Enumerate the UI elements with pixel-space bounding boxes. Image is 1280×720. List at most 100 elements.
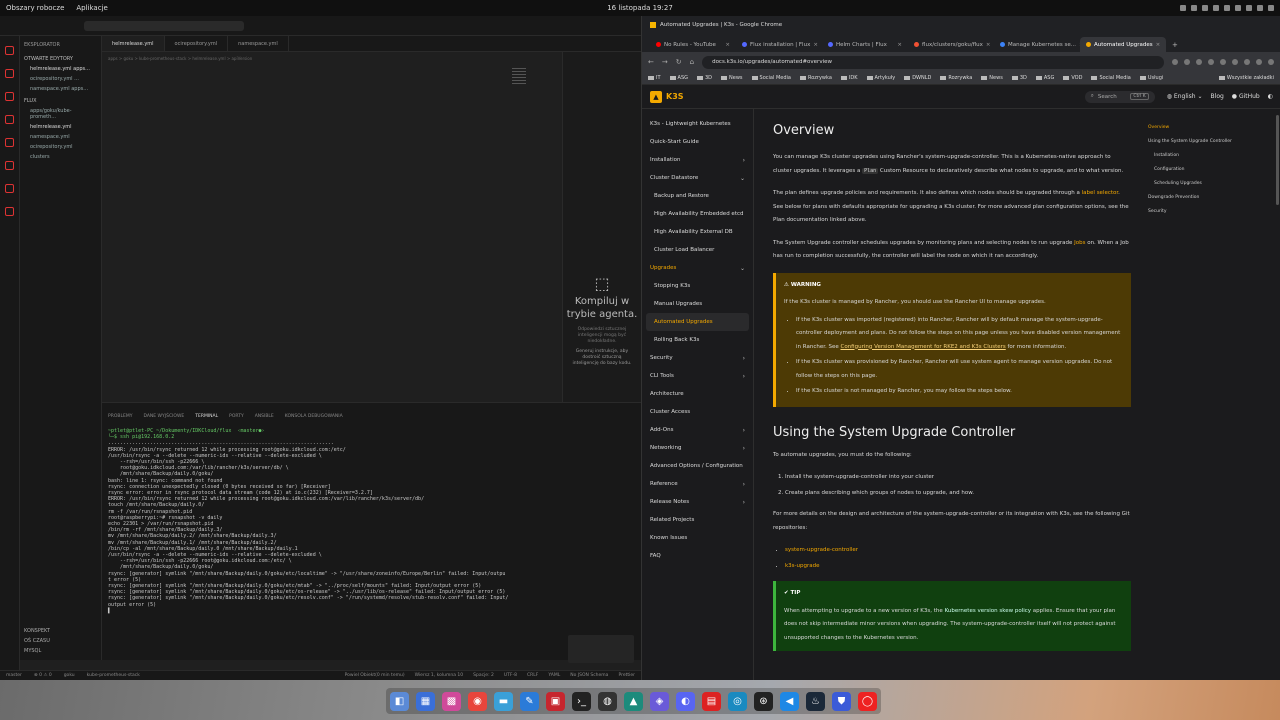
bookmark-item[interactable]: Rozrywka: [940, 75, 972, 81]
file-item[interactable]: namespace.yml: [24, 132, 97, 142]
sidebar-item[interactable]: Architecture: [642, 385, 753, 403]
sidebar-item[interactable]: Add-Ons ›: [642, 421, 753, 439]
tray-icon[interactable]: [1257, 5, 1263, 11]
apps-button[interactable]: Aplikacje: [76, 4, 107, 12]
kubernetes-icon[interactable]: [5, 207, 14, 216]
manager-icon[interactable]: ▦: [416, 691, 435, 711]
extensions-icon[interactable]: [5, 138, 14, 147]
chevron-icon[interactable]: ›: [743, 481, 745, 488]
chevron-icon[interactable]: ⌄: [740, 175, 745, 182]
chevron-icon[interactable]: ›: [743, 427, 745, 434]
theme-toggle-icon[interactable]: ◐: [1268, 93, 1273, 100]
bookmark-item[interactable]: News: [981, 75, 1003, 81]
sidebar-item[interactable]: Automated Upgrades: [646, 313, 749, 331]
sidebar-item[interactable]: Cluster Access: [642, 403, 753, 421]
version-management-link[interactable]: Configuring Version Management for RKE2 …: [840, 344, 1005, 350]
sidebar-item[interactable]: FAQ: [642, 547, 753, 565]
run-debug-icon[interactable]: [5, 115, 14, 124]
app-red-icon[interactable]: ▣: [546, 691, 565, 711]
jobs-link[interactable]: Jobs: [1074, 240, 1085, 246]
explorer-icon[interactable]: [5, 46, 14, 55]
sidebar-item[interactable]: High Availability Embedded etcd: [642, 205, 753, 223]
cat-icon[interactable]: ▲: [624, 691, 643, 711]
close-tab-icon[interactable]: ×: [813, 42, 818, 48]
search-icon[interactable]: [5, 69, 14, 78]
bookmark-item[interactable]: Social Media: [751, 75, 791, 81]
folder-item[interactable]: apps/goku/kube-prometh...: [24, 106, 97, 122]
mysql-section[interactable]: MYSQL: [24, 646, 50, 656]
panel-tab-problems[interactable]: PROBLEMY: [108, 414, 132, 419]
namespace-status[interactable]: kube-prometheus-stack: [87, 673, 140, 678]
bookmark-item[interactable]: VOD: [1063, 75, 1082, 81]
sidebar-item[interactable]: CLI Tools ›: [642, 367, 753, 385]
bookmark-item[interactable]: 3D: [1011, 75, 1027, 81]
browser-tab[interactable]: Helm Charts | Flux ×: [822, 37, 908, 52]
sidebar-item[interactable]: Advanced Options / Configuration: [642, 457, 753, 475]
tray-icon[interactable]: [1180, 5, 1186, 11]
testing-icon[interactable]: [5, 184, 14, 193]
menu-icon[interactable]: [1268, 59, 1274, 65]
drive-icon[interactable]: ◈: [650, 691, 669, 711]
bookmark-item[interactable]: 3D: [697, 75, 712, 81]
browser-tab[interactable]: Manage Kubernetes se...×: [994, 37, 1080, 52]
chevron-icon[interactable]: ›: [743, 157, 745, 164]
branch-status[interactable]: master: [6, 673, 22, 678]
bookmark-item[interactable]: News: [721, 75, 743, 81]
tray-icon[interactable]: [1224, 5, 1230, 11]
new-tab-icon[interactable]: +: [1166, 38, 1184, 52]
sidebar-item[interactable]: Cluster Load Balancer: [642, 241, 753, 259]
extension-icon[interactable]: [1208, 59, 1214, 65]
workspace-root[interactable]: FLUX: [24, 98, 97, 104]
open-editor-item[interactable]: namespace.yml apps...: [24, 84, 97, 94]
status-item[interactable]: Spacje: 2: [473, 673, 494, 678]
close-tab-icon[interactable]: ×: [897, 42, 902, 48]
file-item[interactable]: ocirepository.yml: [24, 142, 97, 152]
k3s-upgrade-link[interactable]: k3s-upgrade: [785, 563, 820, 569]
context-status[interactable]: goku: [64, 673, 75, 678]
sidebar-item[interactable]: Release Notes ›: [642, 493, 753, 511]
folder-icon[interactable]: ▬: [494, 691, 513, 711]
steam-circle-icon[interactable]: ⊛: [754, 691, 773, 711]
bookmark-item[interactable]: DWNLD: [904, 75, 931, 81]
panel-tab-terminal[interactable]: TERMINAL: [195, 414, 218, 419]
language-dropdown[interactable]: ◍ English ⌄: [1167, 93, 1203, 100]
status-item[interactable]: Powiel Obiekt(0 min temu): [345, 673, 405, 678]
editor-icon[interactable]: ✎: [520, 691, 539, 711]
sidebar-item[interactable]: Rolling Back K3s: [642, 331, 753, 349]
command-center-search[interactable]: [84, 20, 244, 31]
home-icon[interactable]: ⌂: [690, 58, 694, 66]
agent-instructions-link[interactable]: Generuj instrukcje, aby dostroić sztuczn…: [569, 349, 635, 367]
extension-icon[interactable]: [1244, 59, 1250, 65]
sidebar-item[interactable]: Manual Upgrades: [642, 295, 753, 313]
sidebar-item[interactable]: Networking ›: [642, 439, 753, 457]
sidebar-item[interactable]: Related Projects: [642, 511, 753, 529]
chevron-icon[interactable]: ⌄: [740, 265, 745, 272]
toc-item[interactable]: Security: [1148, 209, 1274, 214]
chat-input-popup[interactable]: [568, 635, 634, 663]
system-upgrade-controller-link[interactable]: system-upgrade-controller: [785, 547, 858, 553]
chevron-icon[interactable]: ›: [743, 499, 745, 506]
source-control-icon[interactable]: [5, 92, 14, 101]
tray-icon[interactable]: [1213, 5, 1219, 11]
bookmark-item[interactable]: Usługi: [1139, 75, 1163, 81]
sidebar-item[interactable]: K3s - Lightweight Kubernetes: [642, 115, 753, 133]
sidebar-item[interactable]: High Availability External DB: [642, 223, 753, 241]
sidebar-item[interactable]: Upgrades ⌄: [642, 259, 753, 277]
sidebar-item[interactable]: Backup and Restore: [642, 187, 753, 205]
panel-tab-ports[interactable]: PORTY: [229, 414, 244, 419]
outline-section[interactable]: KONSPEKT: [24, 626, 50, 636]
bookmark-item[interactable]: ASG: [669, 75, 688, 81]
workspaces-button[interactable]: Obszary robocze: [6, 4, 64, 12]
editor-tab[interactable]: ocirepository.yml: [165, 36, 229, 51]
status-item[interactable]: No JSON Schema: [570, 673, 608, 678]
panel-tab-ansible[interactable]: ANSIBLE: [255, 414, 274, 419]
close-tab-icon[interactable]: ×: [1156, 42, 1161, 48]
reload-icon[interactable]: ↻: [676, 58, 682, 66]
status-item[interactable]: UTF-8: [504, 673, 517, 678]
status-item[interactable]: CRLF: [527, 673, 538, 678]
browser-tab[interactable]: flux/clusters/goku/flux ×: [908, 37, 994, 52]
folder-item[interactable]: clusters: [24, 152, 97, 162]
pdf-icon[interactable]: ▤: [702, 691, 721, 711]
tray-icon[interactable]: [1268, 5, 1274, 11]
app-teal-icon[interactable]: ◎: [728, 691, 747, 711]
